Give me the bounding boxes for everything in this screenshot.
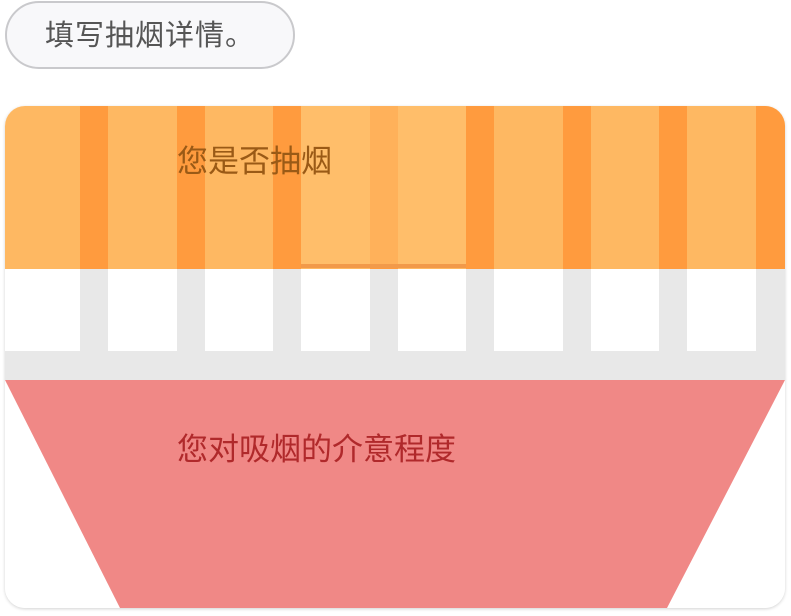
gray-stripe [466, 269, 494, 351]
gray-stripe [177, 269, 205, 351]
smoking-status-option[interactable] [5, 106, 785, 269]
gray-stripe [273, 269, 301, 351]
gray-stripe [756, 269, 785, 351]
gray-stripe [370, 269, 398, 351]
smoking-status-label: 您是否抽烟 [177, 144, 332, 180]
instruction-pill: 填写抽烟详情。 [5, 1, 295, 69]
smoking-tolerance-label: 您对吸烟的介意程度 [177, 432, 456, 468]
smoking-details-card: 您是否抽烟 您对吸烟的介意程度 [5, 106, 785, 608]
gray-stripe [80, 269, 108, 351]
smoking-tolerance-option[interactable] [5, 380, 785, 608]
gray-stripe [659, 269, 687, 351]
gray-stripe [563, 269, 591, 351]
screen: 填写抽烟详情。 您是否抽烟 您对吸烟的介意程度 [0, 0, 791, 616]
gray-divider-bar [5, 351, 785, 380]
